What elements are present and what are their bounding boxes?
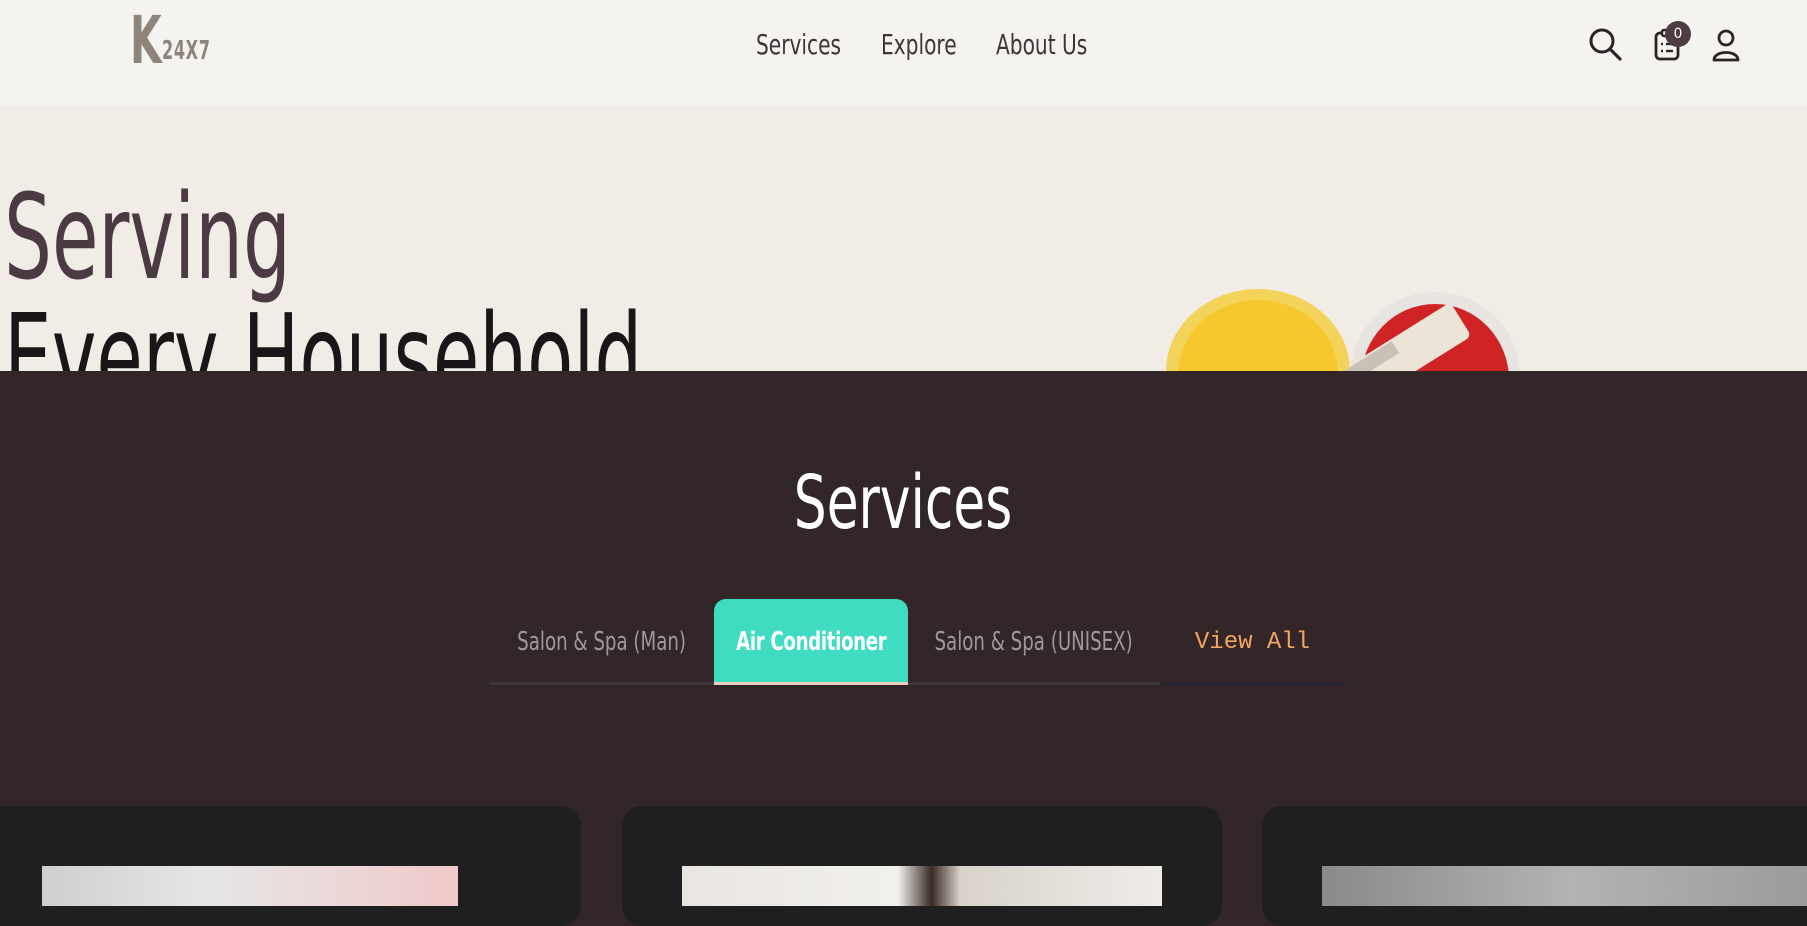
- tab-label: Salon & Spa (UNISEX): [934, 627, 1134, 657]
- logo-letter: K: [130, 2, 162, 79]
- nav-services[interactable]: Services: [756, 28, 841, 61]
- logo-suffix: 24X7: [162, 36, 211, 66]
- tab-salon-spa-man[interactable]: Salon & Spa (Man): [489, 599, 714, 685]
- tab-salon-spa-unisex[interactable]: Salon & Spa (UNISEX): [908, 599, 1160, 685]
- user-icon[interactable]: [1707, 26, 1745, 64]
- hero-heading-line-2: Every Household: [4, 288, 643, 371]
- service-card[interactable]: [0, 806, 581, 926]
- tab-label: Air Conditioner: [735, 627, 887, 657]
- nav-explore[interactable]: Explore: [881, 28, 957, 61]
- hero-heading-line-1: Serving: [4, 168, 291, 306]
- search-icon[interactable]: [1587, 26, 1625, 64]
- view-all-link[interactable]: View All: [1160, 599, 1345, 685]
- view-all-label: View All: [1194, 628, 1311, 656]
- logo[interactable]: K 24X7: [130, 8, 230, 74]
- tab-air-conditioner[interactable]: Air Conditioner: [714, 599, 908, 685]
- service-card[interactable]: [622, 806, 1222, 926]
- site-header: K 24X7 Services Explore About Us 0: [0, 0, 1807, 106]
- service-category-tabs: Salon & Spa (Man) Air Conditioner Salon …: [489, 599, 1345, 685]
- paint-cans-image: [1166, 289, 1520, 371]
- active-tab-indicator: [714, 682, 908, 685]
- hero-banner: Serving Every Household: [0, 106, 1807, 371]
- cart-count-badge: 0: [1665, 21, 1691, 47]
- tab-label: Salon & Spa (Man): [517, 627, 686, 657]
- service-card[interactable]: [1262, 806, 1807, 926]
- services-title-text: Services: [794, 460, 1013, 546]
- service-card-image: [682, 866, 1162, 906]
- service-card-image: [42, 866, 458, 906]
- nav-about-us[interactable]: About Us: [996, 28, 1087, 61]
- service-card-image: [1322, 866, 1807, 906]
- services-section-title: Services: [0, 460, 1807, 546]
